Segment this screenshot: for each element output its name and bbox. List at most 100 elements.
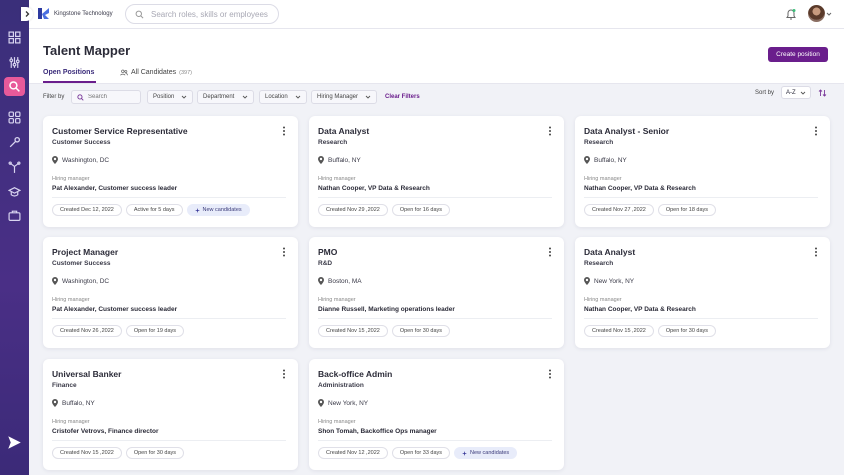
position-card[interactable]: Universal Banker Finance Buffalo, NY Hir… xyxy=(43,359,298,470)
hiring-manager-label: Hiring manager xyxy=(318,419,356,425)
position-title[interactable]: Data Analyst - Senior xyxy=(584,126,669,136)
filter-search[interactable] xyxy=(71,90,141,104)
more-options-icon[interactable] xyxy=(814,247,818,257)
card-divider xyxy=(52,440,286,441)
position-title[interactable]: PMO xyxy=(318,247,337,257)
position-department: Customer Success xyxy=(52,139,111,146)
clear-filters-button[interactable]: Clear Filters xyxy=(385,94,420,100)
filter-bar: Filter by Position Department Location H… xyxy=(29,84,844,110)
dashboard-icon[interactable] xyxy=(8,31,21,44)
new-candidates-label: New candidates xyxy=(470,450,510,456)
hiring-manager-name: Shon Tomah, Backoffice Ops manager xyxy=(318,428,437,435)
position-card[interactable]: Data Analyst Research Buffalo, NY Hiring… xyxy=(309,116,564,227)
position-title[interactable]: Back-office Admin xyxy=(318,369,392,379)
sort-select[interactable]: A-Z xyxy=(781,86,811,99)
hiring-manager-name: Pat Alexander, Customer success leader xyxy=(52,185,178,192)
position-card[interactable]: Back-office Admin Administration New Yor… xyxy=(309,359,564,470)
card-divider xyxy=(52,197,286,198)
sort-direction-icon[interactable] xyxy=(818,89,827,97)
apps-grid-icon[interactable] xyxy=(8,111,21,124)
more-options-icon[interactable] xyxy=(548,126,552,136)
sparkle-icon xyxy=(194,207,200,213)
open-duration-chip: Open for 30 days xyxy=(391,325,451,337)
tools-icon[interactable] xyxy=(8,136,21,149)
kingstone-logo-icon xyxy=(38,8,49,19)
filter-search-input[interactable] xyxy=(88,94,138,100)
briefcase-icon[interactable] xyxy=(8,209,21,222)
location-text: Buffalo, NY xyxy=(62,399,95,407)
global-search-input[interactable] xyxy=(151,9,271,19)
card-chips: Created Nov 15 ,2022 Open for 30 days xyxy=(52,447,185,459)
people-icon xyxy=(120,69,128,76)
hiring-manager-filter-dropdown[interactable]: Hiring Manager xyxy=(311,90,377,104)
hiring-manager-name: Cristofer Vetrovs, Finance director xyxy=(52,428,159,435)
location-pin-icon xyxy=(52,399,58,407)
created-date-chip: Created Nov 15 ,2022 xyxy=(584,325,654,337)
card-chips: Created Nov 12 ,2022 Open for 33 days Ne… xyxy=(318,447,518,459)
position-card[interactable]: Project Manager Customer Success Washing… xyxy=(43,237,298,348)
filter-label: Filter by xyxy=(43,94,65,100)
dropdown-label: Hiring Manager xyxy=(317,94,359,100)
open-duration-chip: Open for 18 days xyxy=(657,204,717,216)
graduation-cap-icon[interactable] xyxy=(8,185,21,198)
chevron-down-icon xyxy=(181,95,187,99)
created-date-chip: Created Nov 15 ,2022 xyxy=(318,325,388,337)
page-header: Talent Mapper Create position Open Posit… xyxy=(29,29,844,84)
company-logo[interactable]: Kingstone Technology xyxy=(37,7,113,20)
more-options-icon[interactable] xyxy=(814,126,818,136)
notification-bell-icon[interactable] xyxy=(785,8,797,21)
tab-all-candidates[interactable]: All Candidates (397) xyxy=(120,69,192,76)
open-duration-chip: Open for 16 days xyxy=(391,204,451,216)
position-card[interactable]: PMO R&D Boston, MA Hiring manager Dianne… xyxy=(309,237,564,348)
position-title[interactable]: Data Analyst xyxy=(584,247,635,257)
tab-all-candidates-label: All Candidates xyxy=(131,69,177,76)
location-text: Boston, MA xyxy=(328,277,362,285)
open-duration-chip: Open for 33 days xyxy=(391,447,451,459)
location-pin-icon xyxy=(584,277,590,285)
card-divider xyxy=(584,318,818,319)
created-date-chip: Created Nov 12 ,2022 xyxy=(318,447,388,459)
location-pin-icon xyxy=(584,156,590,164)
position-title[interactable]: Data Analyst xyxy=(318,126,369,136)
create-position-button[interactable]: Create position xyxy=(768,47,828,62)
position-filter-dropdown[interactable]: Position xyxy=(147,90,193,104)
more-options-icon[interactable] xyxy=(282,247,286,257)
card-divider xyxy=(584,197,818,198)
department-filter-dropdown[interactable]: Department xyxy=(197,90,254,104)
position-title[interactable]: Customer Service Representative xyxy=(52,126,188,136)
search-icon xyxy=(135,10,144,18)
position-card[interactable]: Data Analyst Research New York, NY Hirin… xyxy=(575,237,830,348)
card-chips: Created Nov 15 ,2022 Open for 30 days xyxy=(318,325,451,337)
chevron-down-icon[interactable] xyxy=(826,11,832,17)
position-title[interactable]: Universal Banker xyxy=(52,369,121,379)
position-department: Research xyxy=(318,139,348,146)
position-title[interactable]: Project Manager xyxy=(52,247,118,257)
global-search[interactable] xyxy=(125,4,279,24)
user-avatar[interactable] xyxy=(808,5,825,22)
location-pin-icon xyxy=(318,156,324,164)
position-card[interactable]: Customer Service Representative Customer… xyxy=(43,116,298,227)
location-filter-dropdown[interactable]: Location xyxy=(259,90,307,104)
more-options-icon[interactable] xyxy=(282,126,286,136)
talent-search-icon[interactable] xyxy=(8,80,21,93)
more-options-icon[interactable] xyxy=(548,369,552,379)
position-department: Finance xyxy=(52,382,77,389)
send-icon[interactable] xyxy=(7,435,22,450)
career-path-icon[interactable] xyxy=(8,161,21,174)
hiring-manager-label: Hiring manager xyxy=(318,297,356,303)
new-candidates-label: New candidates xyxy=(202,207,242,213)
dropdown-label: Position xyxy=(153,94,175,100)
open-duration-chip: Open for 30 days xyxy=(657,325,717,337)
card-chips: Created Nov 27 ,2022 Open for 18 days xyxy=(584,204,717,216)
more-options-icon[interactable] xyxy=(548,247,552,257)
sliders-icon[interactable] xyxy=(8,56,21,69)
position-card[interactable]: Data Analyst - Senior Research Buffalo, … xyxy=(575,116,830,227)
new-candidates-chip[interactable]: New candidates xyxy=(454,447,518,459)
more-options-icon[interactable] xyxy=(282,369,286,379)
tab-open-positions[interactable]: Open Positions xyxy=(43,69,94,76)
position-department: Research xyxy=(584,260,614,267)
new-candidates-chip[interactable]: New candidates xyxy=(186,204,250,216)
sparkle-icon xyxy=(462,450,468,456)
hiring-manager-label: Hiring manager xyxy=(318,176,356,182)
chevron-down-icon xyxy=(800,91,806,95)
